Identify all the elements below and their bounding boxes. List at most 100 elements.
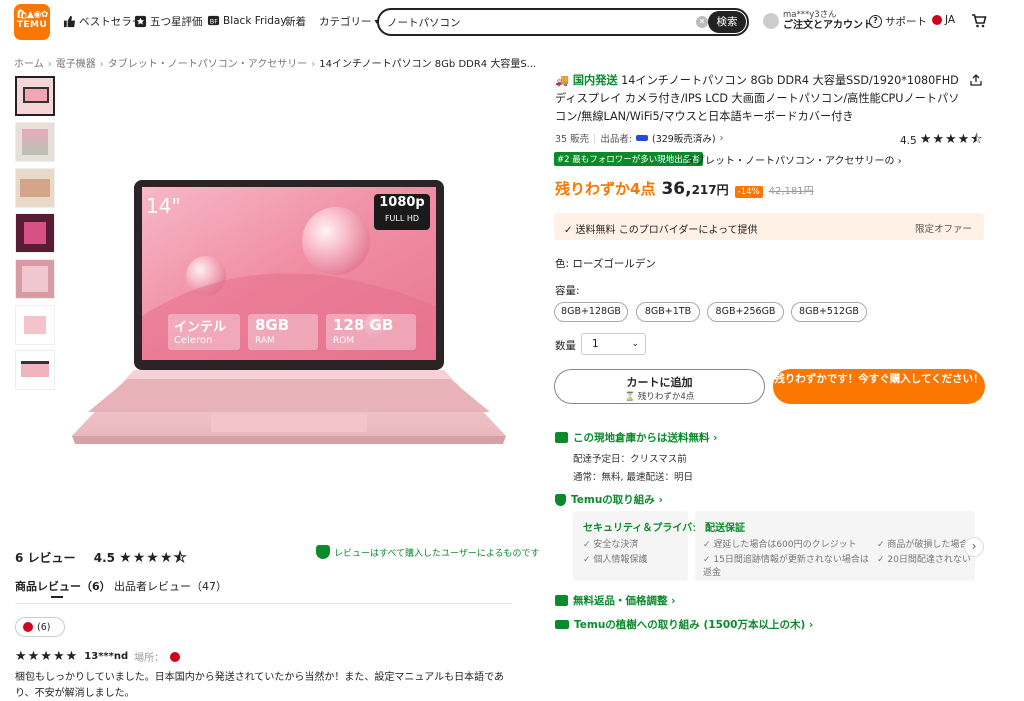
account-user: ma***y3さん — [783, 10, 837, 20]
breadcrumb: ホーム › 電子機器 › タブレット・ノートパソコン・アクセサリー › 14インチノートパソ… — [14, 59, 537, 70]
cpu-label: インテル — [174, 320, 227, 335]
warehouse-shipping-link[interactable]: この現地倉庫からは送料無料 › — [555, 430, 717, 445]
security-item: ✓ 個人情報保護 — [583, 555, 648, 565]
free-returns-link[interactable]: 無料返品・価格調整 › — [555, 593, 675, 608]
capacity-option-1tb[interactable]: 8GB+1TB — [636, 302, 700, 322]
review-summary: 6 レビュー 4.5 ★★★★⯪ — [15, 547, 188, 571]
product-rating[interactable]: 4.5 ★★★★⯪ — [900, 130, 984, 152]
avatar — [763, 13, 779, 29]
nav-bestsellers[interactable]: ベストセラー — [63, 14, 142, 29]
search-input[interactable] — [387, 14, 687, 30]
nav-categories[interactable]: カテゴリー ▾ — [319, 14, 379, 29]
rating-stars: ★★★★⯪ — [119, 550, 188, 566]
review-rating: 4.5 — [93, 551, 115, 565]
local-shipping-tag: 🚚 国内発送 — [555, 74, 618, 87]
language-label: JA — [945, 14, 956, 26]
temu-logo[interactable]: 🛍▲◉✿ TEMU — [14, 4, 50, 40]
thumbnail-7[interactable] — [15, 350, 55, 390]
support-label: サポート — [885, 16, 927, 28]
tree-icon — [555, 620, 569, 629]
warehouse-label: この現地倉庫からは送料無料 › — [573, 432, 718, 444]
security-item: ✓ 安全な決済 — [583, 540, 639, 550]
chip-count: (6) — [37, 621, 51, 633]
language-selector[interactable]: JA — [932, 14, 955, 26]
nav-label: カテゴリー — [319, 16, 372, 28]
rom-label: ROM — [333, 336, 355, 346]
rating-value: 4.5 — [900, 135, 917, 147]
breadcrumb-current: 14インチノートパソコン 8Gb DDR4 大容量S... — [319, 59, 537, 70]
guarantee-item: ✓ 15日間追跡情報が更新されない場合は — [703, 555, 869, 565]
buy-now-button[interactable]: 残りわずかです！今すぐ購入してください！ — [773, 369, 985, 404]
clear-icon[interactable]: ✕ — [696, 16, 708, 28]
price-row: 残りわずか4点 36,217円 -14% 42,181円 — [555, 178, 814, 199]
filter-chip-japan[interactable]: (6) — [15, 617, 65, 637]
screen-size-label: 14" — [146, 194, 181, 218]
breadcrumb-electronics[interactable]: 電子機器 — [56, 59, 96, 70]
chevron-right-icon[interactable]: › — [964, 537, 984, 557]
guarantee-item: ✓ 20日間配達されない — [877, 555, 971, 565]
nav-new[interactable]: 新着 — [285, 14, 306, 29]
ram-size: 8GB — [255, 316, 290, 334]
nav-black-friday[interactable]: BF Black Friday — [207, 14, 287, 27]
top-header: 🛍▲◉✿ TEMU ベストセラー 五つ星評価 BF Black Friday 新… — [0, 0, 1024, 44]
sales-row: 35 販売 | 出品者: (329販売済み) › — [555, 131, 724, 146]
review-text: 梱包もしっかりしていました。日本国内から発送されていたから当然か！また、設定マニ… — [15, 672, 504, 699]
nav-label: Black Friday — [223, 14, 287, 27]
thumbnail-5[interactable] — [15, 259, 55, 299]
search-button[interactable]: 検索 — [708, 11, 746, 33]
returns-label: 無料返品・価格調整 › — [573, 595, 676, 607]
star-box-icon — [134, 15, 147, 28]
color-selection: 色: ローズゴールデン — [555, 258, 656, 270]
svg-text:BF: BF — [210, 17, 218, 25]
discount-badge: -14% — [734, 186, 763, 198]
breadcrumb-tablets[interactable]: タブレット・ノートパソコン・アクセサリー — [108, 59, 308, 70]
delivery-guarantee-panel: 配送保証 ✓ 遅延した場合は600円のクレジット ✓ 15日間追跡情報が更新され… — [695, 511, 975, 581]
ram-label: RAM — [255, 336, 275, 346]
security-panel: セキュリティ＆プライバシー ✓ 安全な決済 ✓ 個人情報保護 — [573, 511, 712, 581]
rank-category-link[interactable]: タブレット・ノートパソコン・アクセサリーの › — [685, 152, 902, 167]
nav-label: 新着 — [285, 16, 306, 28]
shield-icon — [316, 545, 330, 559]
product-title: 🚚 国内発送 14インチノートパソコン 8Gb DDR4 大容量SSD/1920… — [555, 72, 965, 126]
capacity-option-128gb[interactable]: 8GB+128GB — [554, 302, 628, 322]
quantity-select[interactable]: 1 ⌄ — [581, 333, 646, 355]
sold-count: 35 販売 — [555, 134, 590, 145]
support-link[interactable]: ? サポート — [869, 14, 927, 29]
nav-label: 五つ星評価 — [150, 16, 203, 28]
tab-product-reviews[interactable]: 商品レビュー（6） — [15, 578, 111, 594]
review-stars: ★★★★★ — [15, 649, 79, 664]
add-to-cart-button[interactable]: カートに追加 ⌛ 残りわずか4点 — [554, 369, 765, 404]
cart-icon[interactable] — [971, 13, 987, 29]
current-price: 36,217円 — [661, 179, 728, 199]
account-menu[interactable]: ma***y3さん ご注文とアカウント — [763, 10, 873, 32]
japan-flag-icon — [170, 651, 181, 662]
delivery-eta: 配達予定日：クリスマス前 — [573, 454, 687, 465]
reviewer-location-label: 場所： — [134, 653, 165, 664]
guarantee-item: ✓ 商品が破損した場合 — [877, 540, 969, 550]
help-icon: ? — [869, 15, 882, 28]
share-icon[interactable] — [970, 74, 982, 86]
verified-text: レビューはすべて購入したユーザーによるものです — [334, 548, 540, 559]
seller-sales[interactable]: (329販売済み) — [652, 131, 716, 145]
tab-seller-reviews[interactable]: 出品者レビュー（47） — [114, 578, 227, 594]
thumbnail-4[interactable] — [15, 213, 55, 253]
thumbnail-6[interactable] — [15, 305, 55, 345]
laptop-illustration — [72, 180, 506, 444]
rom-size: 128 GB — [333, 316, 394, 334]
logo-icons: 🛍▲◉✿ — [16, 10, 48, 20]
tree-planting-link[interactable]: Temuの植樹への取り組み (1500万本以上の木) › — [555, 617, 813, 632]
product-main-image[interactable]: 14" 1080p FULL HD インテル Celeron 8GB RAM 1… — [66, 76, 512, 522]
security-title: セキュリティ＆プライバシー — [583, 523, 713, 534]
breadcrumb-home[interactable]: ホーム — [14, 59, 44, 70]
seller-logo-icon[interactable] — [636, 135, 649, 141]
thumbnail-1[interactable] — [15, 76, 55, 116]
japan-flag-icon — [23, 622, 33, 632]
capacity-option-512gb[interactable]: 8GB+512GB — [791, 302, 867, 322]
thumbnail-2[interactable] — [15, 122, 55, 162]
capacity-option-256gb[interactable]: 8GB+256GB — [707, 302, 784, 322]
tree-label: Temuの植樹への取り組み (1500万本以上の木) › — [574, 619, 814, 631]
thumbnail-3[interactable] — [15, 168, 55, 208]
divider — [15, 603, 512, 604]
temu-commitment-link[interactable]: Temuの取り組み › — [555, 492, 663, 507]
nav-five-star[interactable]: 五つ星評価 — [134, 14, 203, 29]
